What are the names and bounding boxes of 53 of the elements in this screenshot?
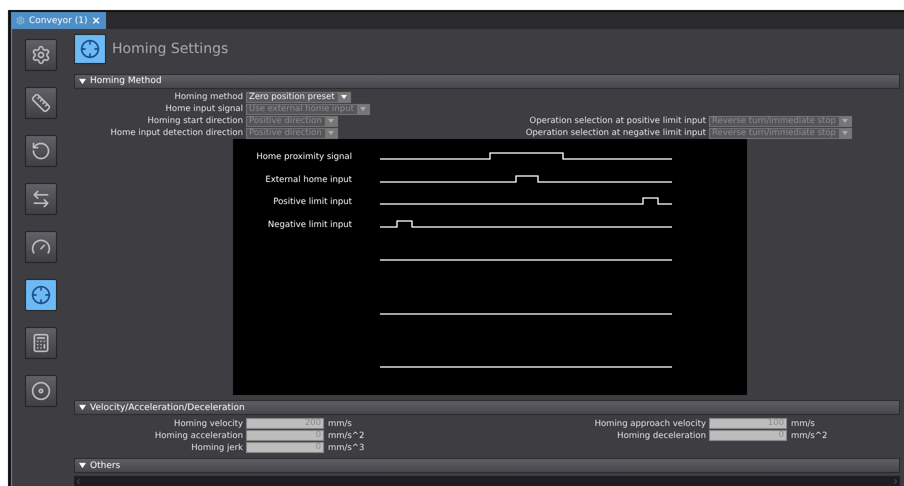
field-label: Home input detection direction xyxy=(110,128,243,138)
sidebar-button[interactable] xyxy=(25,327,57,359)
dropdown[interactable]: Zero position preset xyxy=(246,92,351,103)
field-label: Homing acceleration xyxy=(154,430,243,441)
section-header[interactable]: Others xyxy=(74,458,900,474)
dropdown-arrow-icon xyxy=(328,119,334,124)
field-label: Operation selection at positive limit input xyxy=(528,116,706,126)
unit-label: mm/s^2 xyxy=(791,430,828,441)
field-label: Homing velocity xyxy=(173,418,243,429)
gear-icon xyxy=(31,45,51,65)
page-title: Homing Settings xyxy=(112,40,228,57)
dropdown-arrow-icon xyxy=(328,131,334,136)
sidebar-button[interactable] xyxy=(25,231,57,263)
field-label: Operation selection at negative limit input xyxy=(524,128,706,138)
calculator-icon xyxy=(31,333,51,353)
close-icon[interactable]: × xyxy=(92,14,101,27)
dropdown-arrow-icon xyxy=(842,119,848,124)
crosshair-icon xyxy=(31,285,51,305)
unit-label: mm/s^2 xyxy=(328,430,364,441)
signal-label: External home input xyxy=(265,174,352,185)
sidebar-button[interactable] xyxy=(25,135,57,167)
unit-label: mm/s xyxy=(791,418,815,429)
section-header[interactable]: Homing Method xyxy=(74,74,900,89)
dropdown-arrow-icon xyxy=(360,107,366,112)
unit-label: mm/s^3 xyxy=(328,442,364,453)
disc-icon xyxy=(31,381,51,401)
signal-label: Home proximity signal xyxy=(256,152,352,162)
sidebar-button[interactable] xyxy=(25,183,57,215)
section-header[interactable]: Velocity/Acceleration/Deceleration xyxy=(74,400,900,416)
field-label: Homing start direction xyxy=(146,116,243,126)
arrows-icon xyxy=(31,189,51,209)
sidebar-button[interactable] xyxy=(25,375,57,407)
field-label: Homing deceleration xyxy=(616,430,706,441)
dropdown-arrow-icon xyxy=(340,95,347,100)
signal-label: Negative limit input xyxy=(268,220,352,230)
dropdown-arrow-icon xyxy=(842,131,848,136)
collapse-icon[interactable] xyxy=(79,78,86,85)
field-label: Homing method xyxy=(173,92,243,102)
tab-icon xyxy=(16,16,25,25)
collapse-icon[interactable] xyxy=(79,404,86,412)
sidebar-button[interactable] xyxy=(25,87,57,119)
signal-label: Positive limit input xyxy=(273,196,352,207)
crosshair-icon xyxy=(74,34,106,64)
sidebar-button[interactable] xyxy=(25,39,57,71)
unit-label: mm/s xyxy=(328,418,352,429)
ruler-icon xyxy=(31,93,51,113)
collapse-icon[interactable] xyxy=(79,462,86,470)
sidebar-button[interactable] xyxy=(25,279,57,311)
field-label: Homing approach velocity xyxy=(594,418,706,429)
field-label: Homing jerk xyxy=(190,442,243,453)
rotate-icon xyxy=(31,141,51,161)
document-tab[interactable]: Conveyor (1) × xyxy=(11,12,106,29)
field-label: Home input signal xyxy=(164,104,243,114)
